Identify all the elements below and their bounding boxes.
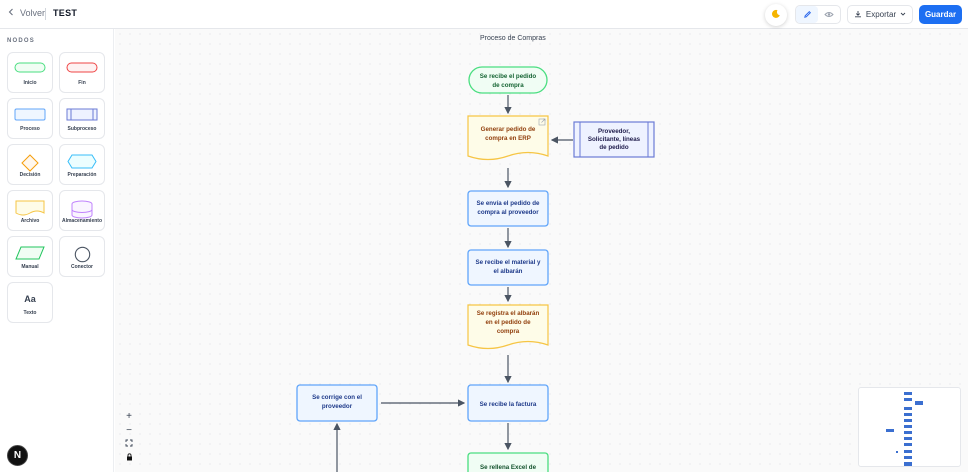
moon-icon bbox=[771, 6, 781, 24]
export-label: Exportar bbox=[865, 10, 897, 19]
preview-mode-button[interactable] bbox=[818, 6, 840, 23]
fullscreen-icon bbox=[125, 439, 133, 450]
chevron-left-icon bbox=[7, 8, 15, 18]
node-label: Se envía el pedido de bbox=[477, 200, 540, 207]
text-shape-icon: Aa bbox=[24, 294, 36, 304]
node-palette-decision[interactable]: Decisión bbox=[7, 144, 53, 185]
node-start[interactable]: Se recibe el pedido de compra bbox=[468, 66, 548, 94]
parallelogram-shape-icon bbox=[15, 246, 45, 260]
node-palette-manual[interactable]: Manual bbox=[7, 236, 53, 277]
subprocess-shape-icon bbox=[66, 108, 98, 121]
node-palette-subproceso[interactable]: Subproceso bbox=[59, 98, 105, 139]
back-label: Volver bbox=[20, 8, 46, 18]
nodes-sidebar: NODOS Inicio Fin Proceso Subproceso Deci… bbox=[0, 29, 114, 472]
node-label: el albarán bbox=[494, 268, 523, 275]
diamond-shape-icon bbox=[21, 154, 39, 172]
node-palette-label: Inicio bbox=[23, 80, 37, 86]
edit-mode-button[interactable] bbox=[796, 6, 818, 23]
node-label: Se recibe la factura bbox=[480, 401, 537, 408]
flow-canvas[interactable]: Proceso de Compras Se recibe el pedido d… bbox=[115, 29, 968, 472]
node-palette-label: Decisión bbox=[19, 172, 41, 178]
circle-shape-icon bbox=[74, 246, 91, 263]
download-icon bbox=[854, 10, 862, 20]
zoom-out-button[interactable]: − bbox=[122, 423, 136, 437]
node-label: Se rellena Excel de bbox=[480, 464, 537, 471]
eye-icon bbox=[824, 6, 834, 24]
zoom-in-button[interactable]: + bbox=[122, 409, 136, 423]
app-logo[interactable]: N bbox=[7, 445, 28, 466]
node-label: Generar pedido de bbox=[481, 126, 536, 133]
node-palette-fin[interactable]: Fin bbox=[59, 52, 105, 93]
node-label: Se recibe el pedido bbox=[480, 73, 537, 80]
back-button[interactable]: Volver bbox=[7, 8, 45, 18]
node-palette-label: Fin bbox=[78, 80, 86, 86]
node-label: de compra bbox=[492, 82, 524, 89]
node-palette-preparacion[interactable]: Preparación bbox=[59, 144, 105, 185]
minimap[interactable] bbox=[858, 387, 961, 467]
node-correct-supplier[interactable]: Se corrige con el proveedor bbox=[296, 384, 378, 422]
node-fill-excel[interactable]: Se rellena Excel de bbox=[467, 452, 549, 472]
export-button[interactable]: Exportar bbox=[847, 5, 913, 24]
node-label: compra en ERP bbox=[485, 135, 531, 142]
node-palette-label: Conector bbox=[71, 264, 93, 270]
node-palette-conector[interactable]: Conector bbox=[59, 236, 105, 277]
node-palette-almacenamiento[interactable]: Almacenamiento bbox=[59, 190, 105, 231]
document-shape-icon bbox=[15, 200, 45, 217]
zoom-controls: + − bbox=[122, 409, 136, 465]
node-label: proveedor bbox=[322, 403, 353, 410]
node-palette-label: Almacenamiento bbox=[61, 218, 102, 224]
theme-toggle-button[interactable] bbox=[765, 4, 787, 26]
node-receive-invoice[interactable]: Se recibe la factura bbox=[467, 384, 549, 422]
process-shape-icon bbox=[14, 108, 46, 121]
node-palette-label: Manual bbox=[21, 264, 39, 270]
top-bar: Volver TEST Exportar Guardar bbox=[0, 0, 968, 29]
node-palette-label: Preparación bbox=[67, 172, 97, 178]
node-label: Se recibe el material y bbox=[475, 259, 541, 266]
database-shape-icon bbox=[70, 200, 94, 219]
node-palette-label: Proceso bbox=[20, 126, 40, 132]
chevron-down-icon bbox=[900, 10, 906, 19]
node-label: Se registra el albarán bbox=[477, 310, 540, 317]
node-label: compra al proveedor bbox=[477, 209, 539, 216]
hexagon-shape-icon bbox=[67, 154, 97, 169]
node-palette-texto[interactable]: Aa Texto bbox=[7, 282, 53, 323]
node-supplier-subprocess[interactable]: Proveedor, Solicitante, líneas de pedido bbox=[573, 121, 655, 158]
pencil-icon bbox=[803, 6, 812, 24]
node-palette-label: Archivo bbox=[20, 218, 40, 224]
node-label: Solicitante, líneas bbox=[588, 136, 641, 143]
node-label: en el pedido de bbox=[485, 319, 531, 326]
sidebar-title: NODOS bbox=[7, 38, 36, 44]
diagram-svg: Se recibe el pedido de compra Generar pe… bbox=[296, 66, 655, 472]
node-label: Se corrige con el bbox=[312, 394, 362, 401]
node-palette-label: Texto bbox=[23, 310, 37, 316]
end-shape-icon bbox=[66, 62, 98, 73]
node-label: Proveedor, bbox=[598, 128, 630, 135]
mode-toggle bbox=[795, 5, 841, 24]
save-button[interactable]: Guardar bbox=[919, 5, 962, 24]
node-palette-inicio[interactable]: Inicio bbox=[7, 52, 53, 93]
lock-icon bbox=[126, 452, 133, 464]
node-receive-material[interactable]: Se recibe el material y el albarán bbox=[467, 249, 549, 286]
node-palette-proceso[interactable]: Proceso bbox=[7, 98, 53, 139]
node-label: de pedido bbox=[599, 144, 628, 151]
node-erp-document[interactable]: Generar pedido de compra en ERP bbox=[467, 115, 549, 161]
node-palette-label: Subproceso bbox=[67, 126, 97, 132]
header-divider bbox=[45, 8, 46, 20]
fit-view-button[interactable] bbox=[122, 437, 136, 451]
document-title[interactable]: TEST bbox=[53, 8, 77, 18]
node-register-document[interactable]: Se registra el albarán en el pedido de c… bbox=[467, 304, 549, 350]
lock-button[interactable] bbox=[122, 451, 136, 465]
node-label: compra bbox=[497, 328, 520, 335]
node-send-order[interactable]: Se envía el pedido de compra al proveedo… bbox=[467, 190, 549, 227]
start-shape-icon bbox=[14, 62, 46, 73]
node-palette-archivo[interactable]: Archivo bbox=[7, 190, 53, 231]
minimap-svg bbox=[886, 392, 923, 466]
